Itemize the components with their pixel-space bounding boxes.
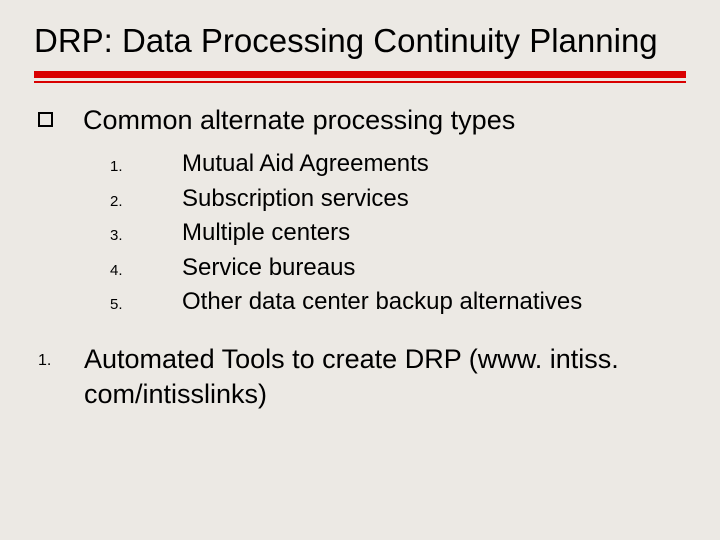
list-item: 1. Mutual Aid Agreements	[38, 148, 686, 180]
bullet-row-1: Common alternate processing types	[38, 103, 686, 138]
list-text: Multiple centers	[182, 217, 350, 249]
bullet-square-icon	[38, 112, 53, 127]
title-rule-thick	[34, 71, 686, 78]
bullet-row-2: 1. Automated Tools to create DRP (www. i…	[38, 342, 686, 412]
list-number: 5.	[38, 296, 182, 313]
list-text: Service bureaus	[182, 252, 355, 284]
list-item: 5. Other data center backup alternatives	[38, 286, 686, 318]
slide-body: Common alternate processing types 1. Mut…	[34, 103, 686, 412]
list-item: 3. Multiple centers	[38, 217, 686, 249]
list-text: Mutual Aid Agreements	[182, 148, 429, 180]
list-number: 4.	[38, 262, 182, 279]
list-item: 2. Subscription services	[38, 183, 686, 215]
list-item: 4. Service bureaus	[38, 252, 686, 284]
numbered-list: 1. Mutual Aid Agreements 2. Subscription…	[38, 148, 686, 318]
list-number: 1.	[38, 158, 182, 175]
bullet-heading: Common alternate processing types	[83, 103, 515, 138]
list-text: Other data center backup alternatives	[182, 286, 582, 318]
slide: DRP: Data Processing Continuity Planning…	[0, 0, 720, 540]
list-number: 1.	[38, 342, 84, 370]
title-rule-thin	[34, 81, 686, 83]
list-text: Subscription services	[182, 183, 409, 215]
list-number: 2.	[38, 193, 182, 210]
slide-title: DRP: Data Processing Continuity Planning	[34, 20, 686, 61]
list-number: 3.	[38, 227, 182, 244]
bullet-text: Automated Tools to create DRP (www. inti…	[84, 342, 686, 412]
